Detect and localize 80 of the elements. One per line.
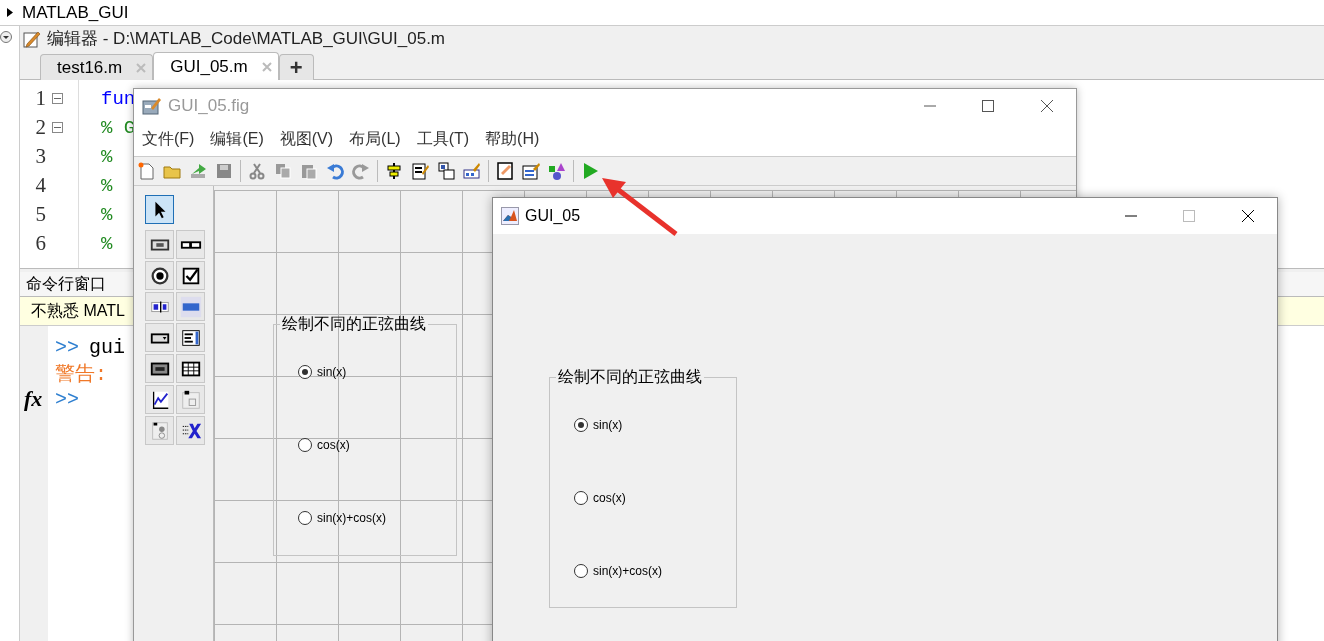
component-tool[interactable] (176, 416, 205, 445)
menu-item[interactable]: 视图(V) (279, 128, 334, 150)
shapes-icon[interactable] (547, 161, 567, 181)
numbered-boxes-icon[interactable] (436, 161, 456, 181)
radio-button[interactable] (298, 438, 312, 452)
file-tab[interactable]: test16.m (40, 54, 154, 80)
radio-option[interactable]: sin(x) (298, 365, 456, 379)
function-button[interactable]: fx (24, 386, 43, 412)
warning-text: 警告: (55, 361, 107, 387)
fold-icon[interactable] (52, 122, 63, 133)
component-tool[interactable] (145, 292, 174, 321)
component-tool[interactable] (145, 230, 174, 259)
panel-title: 绘制不同的正弦曲线 (557, 367, 703, 387)
folder-name: MATLAB_GUI (22, 2, 129, 23)
window-title: GUI_05 (525, 207, 581, 225)
figure-editor-icon (142, 95, 162, 116)
prompt: >> (55, 335, 79, 359)
pencil-icon (23, 29, 41, 48)
command-text: gui (89, 335, 126, 359)
radio-button[interactable] (298, 365, 312, 379)
code-line: fun (101, 87, 136, 110)
new-tab-button[interactable]: + (278, 54, 314, 80)
code-line: % (101, 232, 113, 255)
panel-title: 命令行窗口 (26, 273, 106, 294)
code-line: % (101, 203, 113, 226)
editor-document-icon[interactable] (495, 161, 515, 181)
radio-button[interactable] (574, 418, 588, 432)
component-tool[interactable] (145, 261, 174, 290)
line-number: 5 (34, 202, 46, 227)
component-tool[interactable] (145, 323, 174, 352)
close-icon[interactable] (1040, 98, 1054, 113)
line-number: 4 (34, 173, 46, 198)
component-tool[interactable] (176, 354, 205, 383)
file-tab[interactable]: GUI_05.m (153, 52, 279, 80)
dropdown-icon[interactable] (0, 31, 12, 43)
export-icon[interactable] (188, 161, 208, 181)
code-line: % (101, 145, 113, 168)
save-icon[interactable] (214, 161, 234, 181)
panel-icon (179, 388, 202, 411)
line-number: 3 (34, 144, 46, 169)
component-tool[interactable] (176, 230, 205, 259)
menu-item[interactable]: 文件(F) (142, 128, 195, 150)
radio-option[interactable]: sin(x)+cos(x) (298, 511, 456, 525)
copy-icon[interactable] (273, 161, 293, 181)
radio-button[interactable] (574, 564, 588, 578)
line-number: 6 (34, 231, 46, 256)
editor-title: 编辑器 - D:\MATLAB_Code\MATLAB_GUI\GUI_05.m (47, 28, 446, 50)
maximize-icon[interactable] (982, 99, 994, 112)
fold-icon[interactable] (52, 93, 63, 104)
radio-option[interactable]: sin(x)+cos(x) (574, 564, 736, 578)
radio-option[interactable]: sin(x) (574, 418, 736, 432)
radio-option[interactable]: cos(x) (298, 438, 456, 452)
component-tool[interactable] (176, 323, 205, 352)
radio-option[interactable]: cos(x) (574, 491, 736, 505)
static-text-icon (179, 295, 202, 318)
window-title: GUI_05.fig (168, 95, 250, 116)
document-pencil-icon[interactable] (410, 161, 430, 181)
new-file-icon[interactable] (136, 161, 156, 181)
prompt: >> (55, 387, 79, 411)
close-icon[interactable] (1241, 209, 1255, 223)
component-tool[interactable] (176, 261, 205, 290)
menu-item[interactable]: 工具(T) (416, 128, 470, 150)
expand-arrow-icon[interactable] (7, 8, 13, 17)
line-number: 2 (34, 115, 46, 140)
scissors-icon[interactable] (247, 161, 267, 181)
property-list-icon[interactable] (521, 161, 541, 181)
component-tool[interactable] (145, 385, 174, 414)
menu-item[interactable]: 帮助(H) (485, 128, 540, 150)
radio-button[interactable] (574, 491, 588, 505)
code-line: % (101, 174, 113, 197)
undo-icon[interactable] (325, 161, 345, 181)
menu-item[interactable]: 编辑(E) (210, 128, 264, 150)
component-tool[interactable] (145, 354, 174, 383)
line-number: 1 (34, 86, 46, 111)
peak-logo-icon (501, 207, 519, 225)
toolbar-pencil-icon[interactable] (462, 161, 482, 181)
menu-item[interactable]: 布局(L) (349, 128, 401, 150)
align-icon[interactable] (384, 161, 404, 181)
component-tool[interactable] (145, 195, 174, 224)
radio-button[interactable] (298, 511, 312, 525)
